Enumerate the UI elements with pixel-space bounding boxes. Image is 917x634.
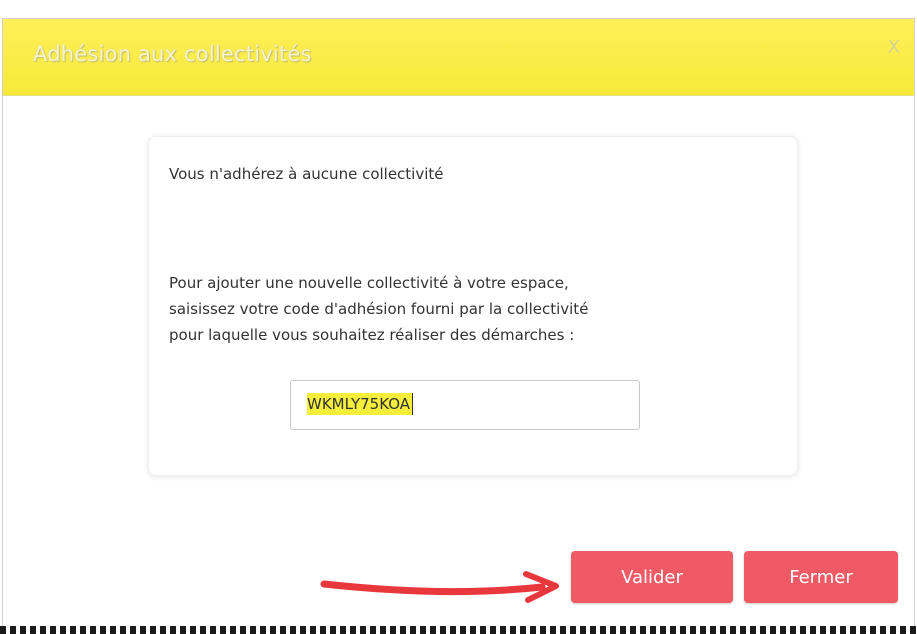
validate-button[interactable]: Valider [571,551,733,603]
content-panel: Vous n'adhérez à aucune collectivité Pou… [148,136,798,476]
no-membership-message: Vous n'adhérez à aucune collectivité [169,165,444,183]
scan-bottom-margin [0,626,917,634]
membership-code-value: WKMLY75KOA [307,393,414,415]
instruction-line-1: Pour ajouter une nouvelle collectivité à… [169,274,569,292]
close-button[interactable]: Fermer [744,551,898,603]
membership-code-input[interactable]: WKMLY75KOA [290,380,640,430]
instruction-line-2: saisissez votre code d'adhésion fourni p… [169,300,589,318]
dialog-title: Adhésion aux collectivités [33,42,312,66]
red-arrow-icon [320,571,559,603]
instruction-line-3: pour laquelle vous souhaitez réaliser de… [169,326,575,344]
dialog-titlebar: Adhésion aux collectivités X [3,19,914,96]
instructions-text: Pour ajouter une nouvelle collectivité à… [169,270,759,348]
close-icon[interactable]: X [888,37,900,58]
scan-top-margin [0,0,917,18]
